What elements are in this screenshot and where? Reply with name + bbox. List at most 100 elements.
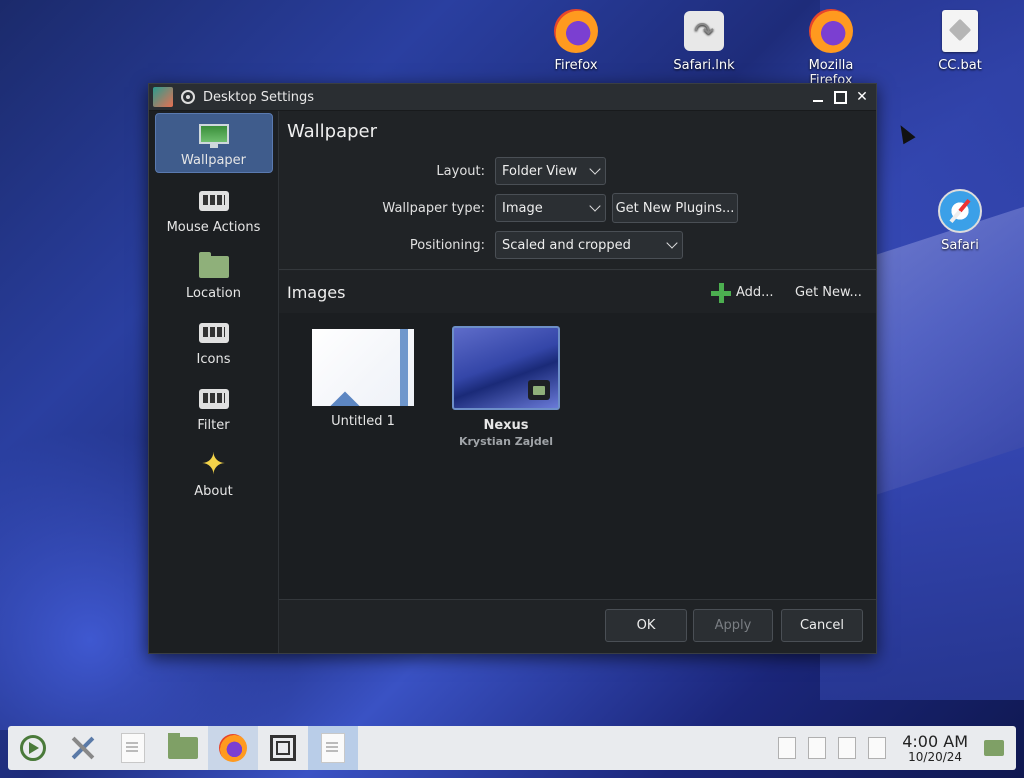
layout-row: Layout: Folder View xyxy=(279,157,606,185)
minimize-button[interactable] xyxy=(808,87,828,107)
apply-button[interactable]: Apply xyxy=(693,609,773,642)
clock[interactable]: 4:00 AM 10/20/24 xyxy=(902,733,968,764)
layout-value: Folder View xyxy=(502,163,578,179)
tools-icon xyxy=(69,734,97,762)
file-manager-button[interactable] xyxy=(158,726,208,770)
safari-icon xyxy=(938,189,982,233)
clock-date: 10/20/24 xyxy=(908,749,963,764)
desktop-icon-safari-lnk[interactable]: ↷ Safari.lnk xyxy=(659,8,749,73)
sidebar-item-wallpaper[interactable]: Wallpaper xyxy=(154,113,273,173)
show-desktop-icon[interactable] xyxy=(984,740,1004,756)
sidebar-item-label: Mouse Actions xyxy=(166,220,261,235)
wallpaper-thumbnail-untitled[interactable]: Untitled 1 xyxy=(303,329,423,429)
star-icon: ✦ xyxy=(200,447,227,482)
layout-label: Layout: xyxy=(436,163,485,179)
wallpaper-name: Nexus xyxy=(483,418,529,433)
minimize-icon xyxy=(813,100,823,102)
firefox-icon xyxy=(554,9,598,53)
tray-document-icon[interactable] xyxy=(778,737,797,759)
firefox-icon xyxy=(809,9,853,53)
screenshot-tool-button[interactable] xyxy=(258,726,308,770)
sidebar-item-mouse-actions[interactable]: Mouse Actions xyxy=(155,179,273,239)
system-tray: 4:00 AM 10/20/24 xyxy=(772,726,1016,770)
desktop-icon-cc-bat[interactable]: CC.bat xyxy=(915,8,1005,73)
folder-icon xyxy=(168,733,198,759)
tray-document-icon[interactable] xyxy=(868,737,887,759)
desktop-icon-safari[interactable]: Safari xyxy=(915,188,1005,253)
chevron-down-icon xyxy=(589,163,601,175)
keyboard-icon xyxy=(198,191,229,211)
firefox-icon xyxy=(219,734,247,762)
positioning-label: Positioning: xyxy=(409,237,485,253)
taskbar: 4:00 AM 10/20/24 xyxy=(8,726,1016,770)
shortcut-icon: ↷ xyxy=(684,11,724,51)
settings-sidebar: Wallpaper Mouse Actions Location Icons F… xyxy=(149,111,279,653)
get-new-wallpapers-button[interactable]: Get New... xyxy=(795,285,862,300)
monitor-icon xyxy=(198,124,229,148)
close-button[interactable]: ✕ xyxy=(852,87,872,107)
wallpaper-preview-image xyxy=(452,326,560,410)
document-icon xyxy=(121,733,145,763)
sidebar-item-label: Location xyxy=(186,286,241,301)
tray-document-icon[interactable] xyxy=(838,737,857,759)
get-new-plugins-button[interactable]: Get New Plugins... xyxy=(612,193,738,223)
sidebar-item-filter[interactable]: Filter xyxy=(155,377,273,437)
firefox-taskbar-button[interactable] xyxy=(208,726,258,770)
positioning-value: Scaled and cropped xyxy=(502,237,631,253)
desktop-settings-taskbar-button[interactable] xyxy=(308,726,358,770)
desktop-icon-label: Safari.lnk xyxy=(673,58,735,73)
positioning-row: Positioning: Scaled and cropped xyxy=(279,231,683,259)
images-title: Images xyxy=(287,283,346,302)
settings-main: Wallpaper Layout: Folder View Wallpaper … xyxy=(279,111,876,653)
wallpaper-type-select[interactable]: Image xyxy=(495,194,606,222)
layout-select[interactable]: Folder View xyxy=(495,157,606,185)
divider xyxy=(279,269,876,270)
desktop-settings-window: Desktop Settings ✕ Wallpaper Mouse Actio… xyxy=(148,83,877,654)
wallpaper-type-label: Wallpaper type: xyxy=(382,200,485,216)
images-header: Images Add... Get New... xyxy=(279,271,876,313)
folder-badge-icon xyxy=(528,380,550,400)
keyboard-icon xyxy=(198,389,229,409)
launcher-icon xyxy=(20,735,46,761)
clock-time: 4:00 AM xyxy=(902,731,968,751)
add-image-button[interactable]: Add... xyxy=(736,285,774,300)
app-icon[interactable] xyxy=(153,87,173,107)
system-tools-button[interactable] xyxy=(58,726,108,770)
cancel-button[interactable]: Cancel xyxy=(781,609,863,642)
sidebar-item-label: About xyxy=(194,484,233,499)
folder-icon xyxy=(198,252,229,278)
chevron-down-icon xyxy=(666,237,678,249)
desktop-icon-label: CC.bat xyxy=(938,58,982,73)
desktop-icon-firefox[interactable]: Firefox xyxy=(531,8,621,73)
dialog-footer: OK Apply Cancel xyxy=(279,599,876,653)
wallpaper-type-value: Image xyxy=(502,200,543,216)
wallpaper-author: Krystian Zajdel xyxy=(458,435,554,448)
ok-button[interactable]: OK xyxy=(605,609,687,642)
sidebar-item-label: Icons xyxy=(196,352,231,367)
wallpaper-gallery: Untitled 1 Nexus Krystian Zajdel xyxy=(279,313,876,599)
document-icon xyxy=(321,733,345,763)
sidebar-item-about[interactable]: ✦ About xyxy=(155,443,273,503)
sidebar-item-location[interactable]: Location xyxy=(155,245,273,305)
window-title: Desktop Settings xyxy=(203,89,315,105)
maximize-button[interactable] xyxy=(830,87,850,107)
maximize-icon xyxy=(833,90,847,104)
pin-icon[interactable] xyxy=(181,90,195,104)
text-editor-button[interactable] xyxy=(108,726,158,770)
sidebar-item-label: Wallpaper xyxy=(180,153,247,168)
positioning-select[interactable]: Scaled and cropped xyxy=(495,231,683,259)
desktop-icon-mozilla-firefox[interactable]: Mozilla Firefox xyxy=(786,8,876,88)
wallpaper-type-row: Wallpaper type: Image Get New Plugins... xyxy=(279,193,738,223)
tray-document-icon[interactable] xyxy=(808,737,827,759)
sidebar-item-label: Filter xyxy=(197,418,230,433)
section-title: Wallpaper xyxy=(287,121,378,142)
batch-file-icon xyxy=(942,10,978,52)
plus-icon xyxy=(711,283,731,303)
wallpaper-thumbnail-nexus[interactable]: Nexus Krystian Zajdel xyxy=(446,326,566,448)
desktop-icon-label: Safari xyxy=(941,238,979,253)
window-titlebar[interactable]: Desktop Settings ✕ xyxy=(149,84,876,111)
close-icon: ✕ xyxy=(856,89,868,105)
desktop-icon-label: Firefox xyxy=(554,58,598,73)
sidebar-item-icons[interactable]: Icons xyxy=(155,311,273,371)
application-launcher-button[interactable] xyxy=(8,726,58,770)
